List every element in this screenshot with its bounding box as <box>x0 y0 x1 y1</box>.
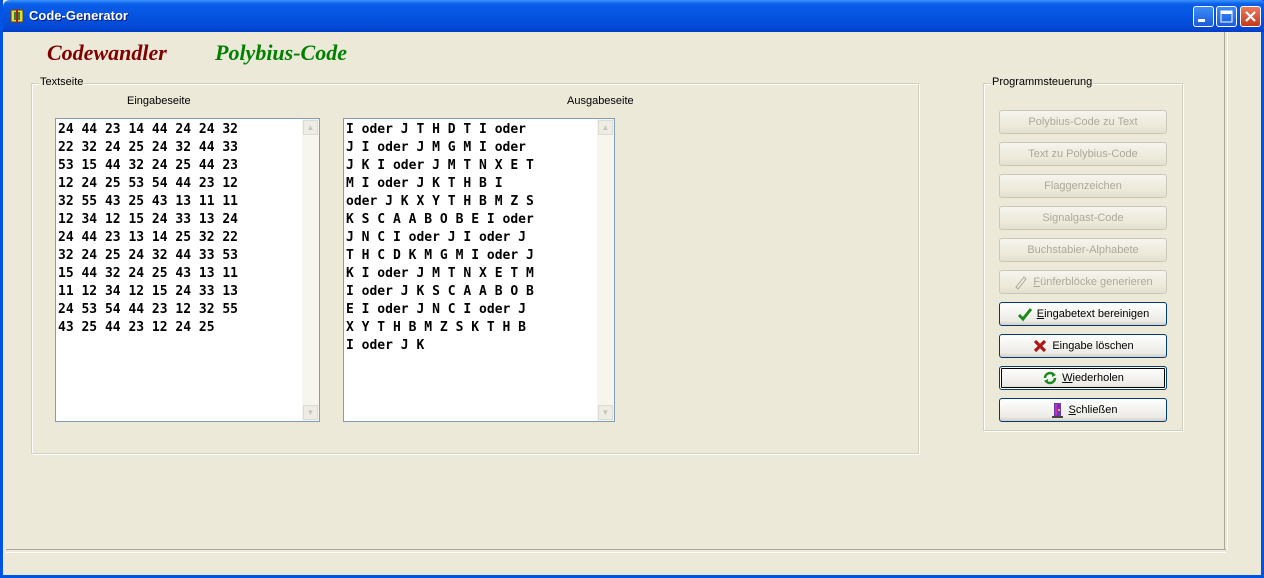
output-line: K S C A A B O B E I oder <box>346 212 534 227</box>
output-line: J K I oder J M T N X E T <box>346 158 534 173</box>
minimize-icon <box>1198 19 1205 22</box>
programmsteuerung-group-label: Programmsteuerung <box>991 76 1094 88</box>
input-line: 24 44 23 14 44 24 24 32 <box>58 122 239 137</box>
app-heading: Codewandler <box>47 40 167 65</box>
maximize-button[interactable] <box>1216 6 1237 27</box>
refresh-icon <box>1043 371 1057 385</box>
button-label: Fünferblöcke generieren <box>1033 276 1153 288</box>
title-bar[interactable]: Code-Generator <box>3 0 1264 32</box>
buchstabier-button[interactable]: Buchstabier-Alphabete <box>999 238 1167 262</box>
output-textarea[interactable]: I oder J T H D T I oder J I oder J M G M … <box>343 118 615 422</box>
schliessen-button[interactable]: Schließen <box>999 398 1167 422</box>
main-window: Code-Generator Codewandler Polybius-Code… <box>0 0 1264 578</box>
checkmark-icon <box>1017 308 1032 322</box>
textseite-group-label: Textseite <box>39 76 85 88</box>
input-line: 22 32 24 25 24 32 44 33 <box>58 140 239 155</box>
input-scrollbar[interactable]: ▲ ▼ <box>302 119 319 421</box>
pane-bottom-divider <box>6 549 1226 553</box>
input-line: 15 44 32 24 25 43 13 11 <box>58 266 239 281</box>
output-line: T H C D K M G M I oder J <box>346 248 534 263</box>
minimize-button[interactable] <box>1193 6 1214 27</box>
text-to-polybius-button[interactable]: Text zu Polybius-Code <box>999 142 1167 166</box>
output-line: oder J K X Y T H B M Z S <box>346 194 534 209</box>
button-label: Schließen <box>1068 404 1118 416</box>
output-line: I oder J T H D T I oder <box>346 122 527 137</box>
exit-door-icon <box>1051 403 1063 418</box>
input-line: 24 53 54 44 23 12 32 55 <box>58 302 239 317</box>
button-label: Eingabe löschen <box>1052 340 1134 352</box>
output-line: J N C I oder J I oder J <box>346 230 527 245</box>
input-line: 12 34 12 15 24 33 13 24 <box>58 212 239 227</box>
code-heading: Polybius-Code <box>215 40 347 65</box>
app-icon <box>10 9 24 23</box>
output-line: X Y T H B M Z S K T H B <box>346 320 527 335</box>
input-text[interactable]: 24 44 23 14 44 24 24 32 22 32 24 25 24 32… <box>58 121 238 337</box>
scroll-up-icon[interactable]: ▲ <box>303 120 318 135</box>
close-icon <box>1245 11 1256 22</box>
button-label: Signalgast-Code <box>1042 212 1124 224</box>
output-line: I oder J K S C A A B O B <box>346 284 534 299</box>
output-line: K I oder J M T N X E T M <box>346 266 534 281</box>
pane-divider <box>1224 32 1228 550</box>
input-label: Eingabeseite <box>127 95 191 107</box>
button-label: Polybius-Code zu Text <box>1028 116 1138 128</box>
delete-x-icon <box>1034 339 1047 353</box>
wiederholen-button[interactable]: Wiederholen <box>999 366 1167 390</box>
scroll-down-icon[interactable]: ▼ <box>598 405 613 420</box>
input-line: 12 24 25 53 54 44 23 12 <box>58 176 239 191</box>
maximize-icon <box>1220 10 1233 23</box>
input-line: 43 25 44 23 12 24 25 <box>58 320 215 335</box>
bereinigen-button[interactable]: Eingabetext bereinigen <box>999 302 1167 326</box>
button-label: Eingabetext bereinigen <box>1036 308 1150 320</box>
input-line: 24 44 23 13 14 25 32 22 <box>58 230 239 245</box>
button-label: Wiederholen <box>1062 372 1124 384</box>
input-textarea[interactable]: 24 44 23 14 44 24 24 32 22 32 24 25 24 32… <box>55 118 320 422</box>
output-scrollbar[interactable]: ▲ ▼ <box>597 119 614 421</box>
flaggenzeichen-button[interactable]: Flaggenzeichen <box>999 174 1167 198</box>
loeschen-button[interactable]: Eingabe löschen <box>999 334 1167 358</box>
output-label: Ausgabeseite <box>567 95 634 107</box>
fuenferbloecke-button[interactable]: Fünferblöcke generieren <box>999 270 1167 294</box>
output-line: I oder J K <box>346 338 425 353</box>
output-line: M I oder J K T H B I <box>346 176 503 191</box>
pencil-icon <box>1015 276 1028 290</box>
input-line: 53 15 44 32 24 25 44 23 <box>58 158 239 173</box>
output-line: J I oder J M G M I oder <box>346 140 527 155</box>
input-line: 32 55 43 25 43 13 11 11 <box>58 194 239 209</box>
client-area: Codewandler Polybius-Code Textseite Eing… <box>6 32 1261 575</box>
output-text[interactable]: I oder J T H D T I oder J I oder J M G M … <box>346 121 534 355</box>
polybius-to-text-button[interactable]: Polybius-Code zu Text <box>999 110 1167 134</box>
scroll-up-icon[interactable]: ▲ <box>598 120 613 135</box>
output-line: E I oder J N C I oder J <box>346 302 527 317</box>
input-line: 32 24 25 24 32 44 33 53 <box>58 248 239 263</box>
signalgast-button[interactable]: Signalgast-Code <box>999 206 1167 230</box>
input-line: 11 12 34 12 15 24 33 13 <box>58 284 239 299</box>
scroll-down-icon[interactable]: ▼ <box>303 405 318 420</box>
button-label: Text zu Polybius-Code <box>1028 148 1138 160</box>
close-button[interactable] <box>1240 6 1261 27</box>
button-label: Buchstabier-Alphabete <box>1027 244 1139 256</box>
window-title: Code-Generator <box>29 8 128 23</box>
button-label: Flaggenzeichen <box>1044 180 1122 192</box>
